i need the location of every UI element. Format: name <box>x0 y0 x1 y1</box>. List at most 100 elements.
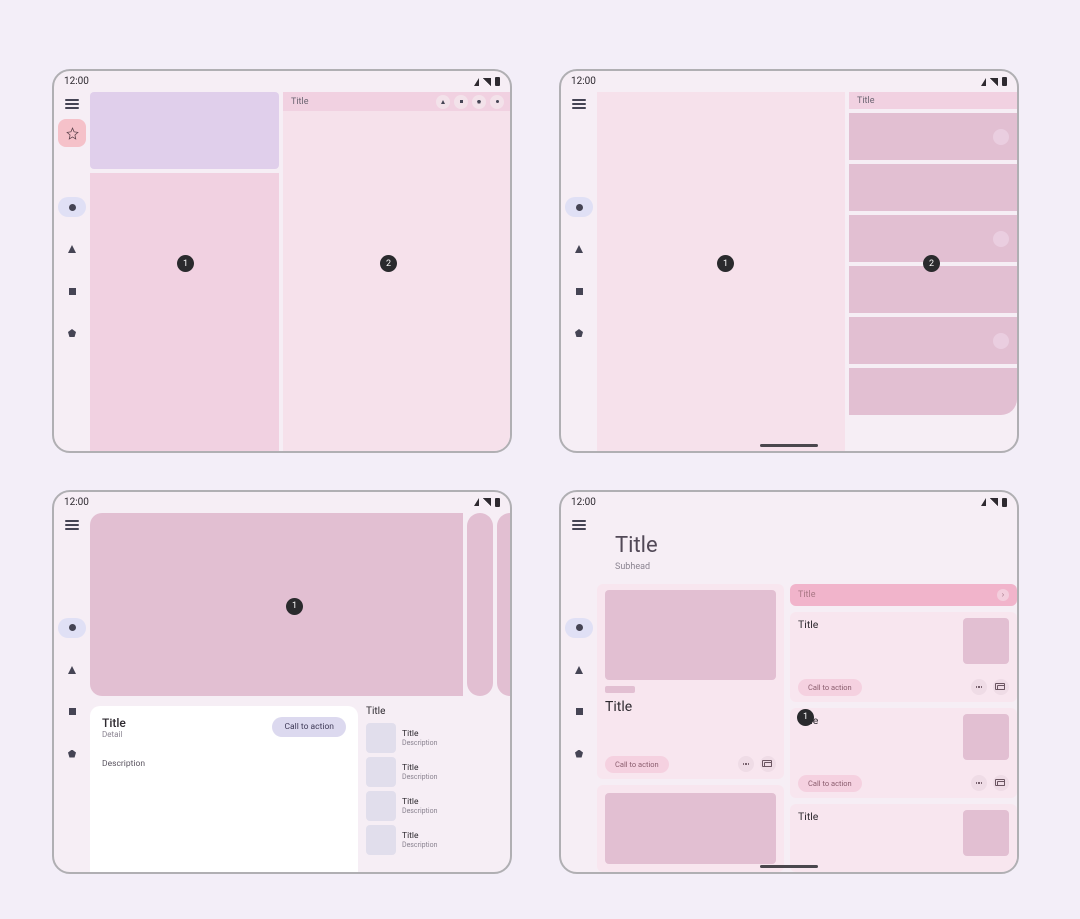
more-button[interactable] <box>738 756 754 772</box>
layers-button[interactable] <box>760 756 776 772</box>
nav-rail <box>54 513 90 872</box>
feed-card[interactable]: Title <box>790 804 1017 872</box>
thumbnail <box>366 757 396 787</box>
battery-icon <box>495 77 500 86</box>
more-button[interactable] <box>971 775 987 791</box>
wifi-icon <box>474 78 479 86</box>
wifi-icon <box>474 498 479 506</box>
detail-pane: Title <box>283 92 510 451</box>
cta-button[interactable]: Call to action <box>798 775 862 792</box>
status-time: 12:00 <box>64 76 89 87</box>
action-btn-2[interactable] <box>454 95 468 109</box>
list-row[interactable] <box>849 266 1017 313</box>
status-icons <box>474 498 500 507</box>
cta-button[interactable]: Call to action <box>272 717 346 737</box>
feed-card[interactable]: Title Call to action <box>790 708 1017 798</box>
thumbnail <box>366 825 396 855</box>
status-time: 12:00 <box>571 497 596 508</box>
feed-card[interactable]: Title Call to action <box>790 612 1017 702</box>
nav-item-triangle[interactable] <box>58 660 86 680</box>
wifi-icon <box>981 78 986 86</box>
layers-button[interactable] <box>993 775 1009 791</box>
device-frame-3: 12:00 <box>52 490 512 874</box>
annotation-badge: 1 <box>286 598 303 615</box>
status-time: 12:00 <box>64 497 89 508</box>
status-bar: 12:00 <box>561 492 1017 513</box>
nav-item-pentagon[interactable] <box>565 323 593 343</box>
list-row[interactable] <box>849 368 1017 415</box>
list-item[interactable]: TitleDescription <box>366 723 510 753</box>
carousel-card-next[interactable] <box>467 513 493 696</box>
thumbnail <box>963 810 1009 856</box>
carousel-card-peek[interactable] <box>497 513 510 696</box>
list-item[interactable]: TitleDescription <box>366 825 510 855</box>
nav-item-pentagon[interactable] <box>565 744 593 764</box>
list-item-title: Title <box>402 763 437 773</box>
nav-item-square[interactable] <box>58 281 86 301</box>
list-row[interactable] <box>849 113 1017 160</box>
nav-item-circle[interactable] <box>565 618 593 638</box>
detail-card: Title Detail Call to action Description <box>90 706 358 872</box>
nav-rail <box>54 92 90 451</box>
fab-star[interactable] <box>58 119 86 147</box>
list-item-detail: Description <box>402 739 437 747</box>
wifi-icon <box>981 498 986 506</box>
thumbnail <box>605 793 776 864</box>
list-item-title: Title <box>402 729 437 739</box>
star-icon <box>66 127 79 140</box>
triangle-icon <box>68 666 76 674</box>
nav-item-circle[interactable] <box>58 197 86 217</box>
nav-item-square[interactable] <box>565 702 593 722</box>
list-item-title: Title <box>402 831 437 841</box>
nav-item-triangle[interactable] <box>58 239 86 259</box>
diagram-stage: 12:00 <box>0 0 1080 919</box>
cta-button[interactable]: Call to action <box>605 756 669 773</box>
device-frame-2: 12:00 Title <box>559 69 1019 453</box>
page-subtitle: Subhead <box>615 562 999 572</box>
nav-item-triangle[interactable] <box>565 239 593 259</box>
menu-icon[interactable] <box>65 520 79 530</box>
more-icon <box>976 782 982 783</box>
status-icons <box>474 77 500 86</box>
page-title: Title <box>615 533 999 558</box>
related-heading: Title <box>366 706 510 717</box>
nav-rail <box>561 513 597 872</box>
action-btn-1[interactable] <box>436 95 450 109</box>
menu-icon[interactable] <box>572 99 586 109</box>
home-indicator <box>760 444 818 447</box>
feed-card[interactable] <box>597 785 784 872</box>
carousel-card[interactable] <box>90 513 463 696</box>
device-frame-1: 12:00 <box>52 69 512 453</box>
menu-icon[interactable] <box>65 99 79 109</box>
nav-item-circle[interactable] <box>565 197 593 217</box>
hero-pane <box>90 92 279 169</box>
nav-item-square[interactable] <box>565 281 593 301</box>
signal-icon <box>483 498 491 506</box>
nav-item-pentagon[interactable] <box>58 323 86 343</box>
circle-icon <box>576 624 583 631</box>
text-stub <box>605 686 635 693</box>
nav-item-square[interactable] <box>58 702 86 722</box>
nav-item-circle[interactable] <box>58 618 86 638</box>
signal-icon <box>483 78 491 86</box>
accent-header-card[interactable]: Title › <box>790 584 1017 606</box>
annotation-badge: 1 <box>797 709 814 726</box>
more-button[interactable] <box>971 679 987 695</box>
nav-item-triangle[interactable] <box>565 660 593 680</box>
avatar-icon <box>993 129 1009 145</box>
layers-icon <box>997 781 1005 786</box>
action-btn-4[interactable] <box>490 95 504 109</box>
action-btn-3[interactable] <box>472 95 486 109</box>
feed-card[interactable]: Title Call to action <box>597 584 784 779</box>
pentagon-icon <box>68 750 76 758</box>
cta-button[interactable]: Call to action <box>798 679 862 696</box>
list-row[interactable] <box>849 164 1017 211</box>
nav-item-pentagon[interactable] <box>58 744 86 764</box>
triangle-icon <box>575 666 583 674</box>
list-row[interactable] <box>849 317 1017 364</box>
menu-icon[interactable] <box>572 520 586 530</box>
list-item[interactable]: TitleDescription <box>366 757 510 787</box>
layers-button[interactable] <box>993 679 1009 695</box>
list-item[interactable]: TitleDescription <box>366 791 510 821</box>
signal-icon <box>990 498 998 506</box>
